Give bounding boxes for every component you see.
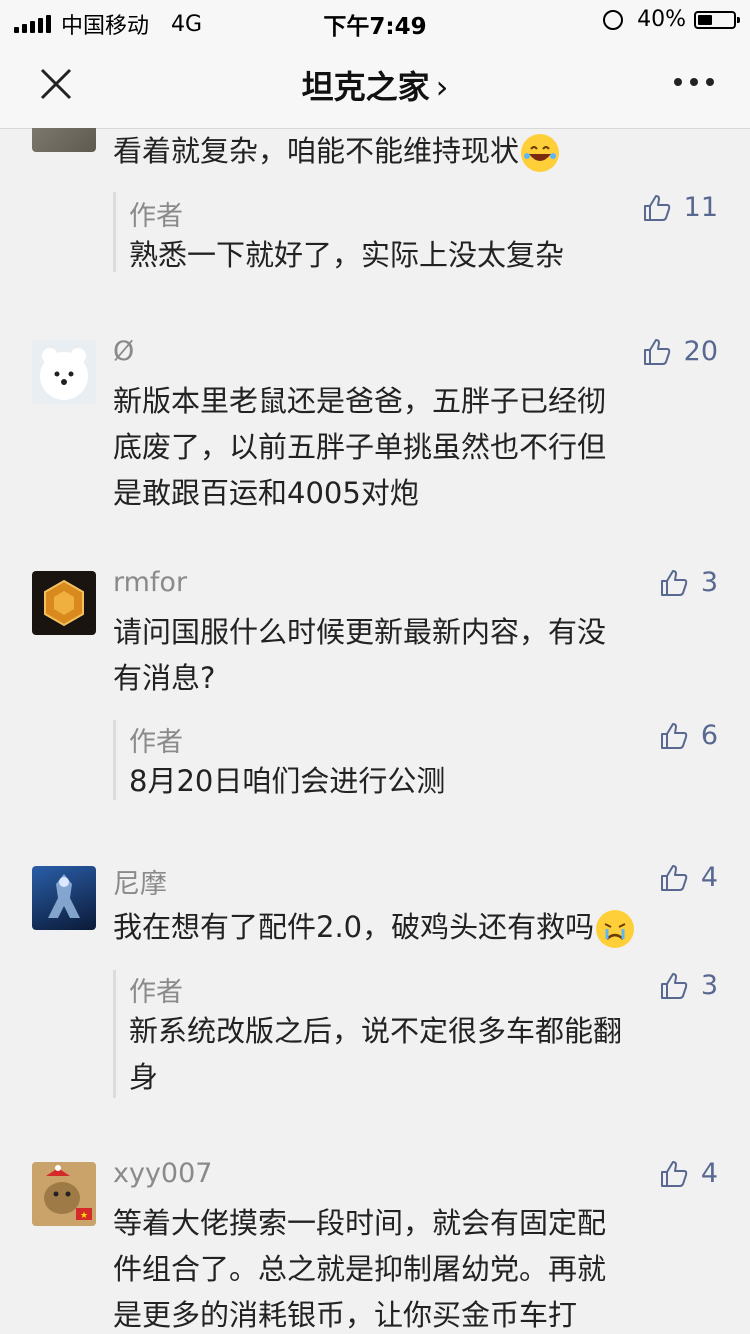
username[interactable]: rmfor: [113, 567, 187, 598]
like-button[interactable]: 4: [659, 862, 718, 893]
reply-text: 熟悉一下就好了，实际上没太复杂: [129, 238, 565, 272]
nav-bar: 坦克之家 ›: [0, 40, 750, 129]
thumbs-up-icon: [643, 194, 670, 221]
reply-line: 身: [129, 1060, 159, 1094]
more-icon[interactable]: [674, 78, 714, 86]
like-count: 3: [700, 567, 718, 598]
thumbs-up-icon: [660, 722, 688, 749]
status-bar: 中国移动 4G 下午7:49 40%: [0, 0, 750, 40]
comment-text: 我在想有了配件2.0，破鸡头还有救吗: [113, 904, 713, 950]
comment-text: 请问国服什么时候更新最新内容，有没 有消息?: [113, 609, 713, 701]
reply-text: 8月20日咱们会进行公测: [129, 764, 446, 798]
reply-line: 新系统改版之后，说不定很多车都能翻: [129, 1014, 623, 1048]
comment-line: 是更多的消耗银币，让你买金币车打: [113, 1298, 578, 1332]
comment-text: 看着就复杂，咱能不能维持现状: [113, 128, 713, 174]
thumbs-up-icon: [660, 972, 688, 999]
comment-line: 请问国服什么时候更新最新内容，有没: [113, 615, 607, 649]
like-count: 6: [700, 720, 718, 751]
author-reply: 作者 8月20日咱们会进行公测: [113, 720, 721, 800]
reply-author: 作者: [129, 727, 183, 758]
like-count: 11: [683, 192, 718, 223]
reply-author: 作者: [129, 977, 183, 1008]
comment-text-content: 看着就复杂，咱能不能维持现状: [113, 134, 520, 168]
page-title-text: 坦克之家: [301, 68, 430, 106]
status-right: 40%: [603, 7, 740, 32]
author-reply: 作者 新系统改版之后，说不定很多车都能翻 身: [113, 970, 721, 1098]
avatar[interactable]: ★: [32, 1162, 96, 1226]
comment-text: 新版本里老鼠还是爸爸，五胖子已经彻 底废了，以前五胖子单挑虽然也不行但 是敢跟百…: [113, 378, 713, 516]
avatar[interactable]: [32, 866, 96, 930]
battery-icon: [694, 10, 740, 29]
avatar[interactable]: [32, 340, 96, 404]
avatar[interactable]: [32, 128, 96, 152]
comments-list: 看着就复杂，咱能不能维持现状 作者 熟悉一下就好了，实际上没太复杂 11 Ø 2…: [0, 128, 750, 1334]
like-count: 3: [700, 970, 718, 1001]
like-count: 4: [700, 862, 718, 893]
reply-text: 新系统改版之后，说不定很多车都能翻 身: [129, 1008, 709, 1100]
comment-line: 是敢跟百运和4005对炮: [113, 476, 419, 510]
svg-text:★: ★: [80, 1211, 88, 1221]
battery-percent: 40%: [637, 7, 686, 32]
page-title[interactable]: 坦克之家 ›: [0, 62, 750, 108]
username[interactable]: 尼摩: [113, 862, 167, 901]
like-count: 20: [683, 336, 718, 367]
reply-author: 作者: [129, 201, 183, 232]
chevron-right-icon: ›: [435, 68, 449, 106]
like-button[interactable]: 11: [642, 192, 718, 223]
thumbs-up-icon: [643, 338, 670, 365]
comment-text-content: 我在想有了配件2.0，破鸡头还有救吗: [113, 910, 595, 944]
comment-line: 新版本里老鼠还是爸爸，五胖子已经彻: [113, 384, 607, 418]
laughing-tears-emoji: [521, 134, 560, 172]
comment-text: 等着大佬摸索一段时间，就会有固定配 件组合了。总之就是抑制屠幼党。再就 是更多的…: [113, 1200, 713, 1334]
like-count: 4: [700, 1158, 718, 1189]
like-button[interactable]: 3: [659, 970, 718, 1001]
battery-level: [698, 14, 712, 25]
like-button[interactable]: 4: [659, 1158, 718, 1189]
thumbs-up-icon: [660, 1160, 688, 1187]
comment-line: 有消息?: [113, 661, 216, 695]
author-reply: 作者 熟悉一下就好了，实际上没太复杂: [113, 192, 721, 272]
like-button[interactable]: 3: [659, 567, 718, 598]
thumbs-up-icon: [660, 569, 688, 596]
avatar[interactable]: [32, 571, 96, 635]
comment-line: 等着大佬摸索一段时间，就会有固定配: [113, 1206, 607, 1240]
username[interactable]: xyy007: [113, 1158, 212, 1189]
username[interactable]: Ø: [113, 336, 134, 367]
thumbs-up-icon: [660, 864, 688, 891]
comment-line: 底废了，以前五胖子单挑虽然也不行但: [113, 430, 607, 464]
like-button[interactable]: 20: [642, 336, 718, 367]
alarm-icon: [603, 9, 624, 30]
like-button[interactable]: 6: [659, 720, 718, 751]
crying-emoji: [596, 910, 635, 948]
comment-line: 件组合了。总之就是抑制屠幼党。再就: [113, 1252, 607, 1286]
